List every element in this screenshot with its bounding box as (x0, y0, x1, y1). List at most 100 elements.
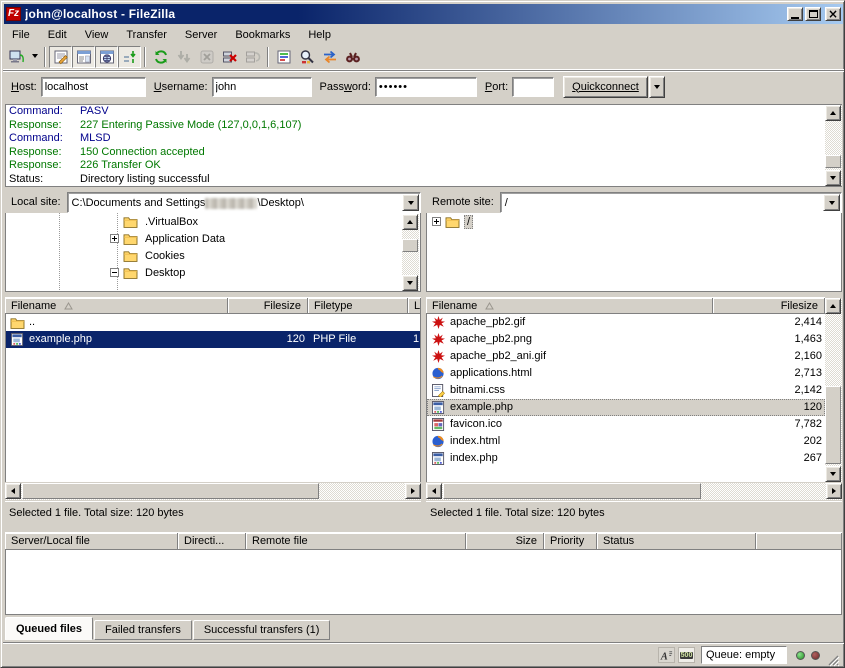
remote-list-scrollbar[interactable] (825, 298, 842, 482)
tree-item[interactable]: Desktop (6, 264, 420, 281)
directory-comparison-button[interactable] (295, 46, 318, 68)
file-row[interactable]: index.html202 (427, 433, 825, 450)
transfer-type-icon[interactable]: A (658, 647, 675, 663)
file-row[interactable]: apache_pb2_ani.gif2,160 (427, 348, 825, 365)
port-input[interactable] (512, 77, 554, 97)
minimize-button[interactable] (787, 7, 803, 21)
queue-tab[interactable]: Queued files (5, 617, 93, 640)
filter-button[interactable] (272, 46, 295, 68)
site-manager-button[interactable] (5, 46, 28, 68)
scroll-up-button[interactable] (825, 298, 841, 314)
toggle-message-log-button[interactable] (49, 46, 72, 68)
remote-site-combo[interactable]: / (500, 192, 842, 213)
local-site-combo[interactable]: C:\Documents and Settings\Desktop\ (67, 192, 421, 213)
column-header[interactable]: Priority (544, 533, 597, 549)
minus-expander-icon[interactable] (110, 268, 119, 277)
local-tree-scroll-thumb[interactable] (402, 239, 418, 252)
remote-h-scroll-thumb[interactable] (443, 483, 701, 499)
menu-item[interactable]: Transfer (117, 27, 176, 43)
column-header[interactable]: Filename (5, 298, 228, 313)
file-cell-size: 120 (229, 331, 309, 348)
synchronized-browsing-button[interactable] (318, 46, 341, 68)
column-header[interactable]: Status (597, 533, 756, 549)
menu-item[interactable]: Edit (39, 27, 76, 43)
toggle-remote-tree-button[interactable] (95, 46, 118, 68)
scroll-up-button[interactable] (825, 105, 841, 121)
file-row[interactable]: apache_pb2.png1,463 (427, 331, 825, 348)
log-scroll-thumb[interactable] (825, 155, 841, 168)
log-scrollbar[interactable] (825, 105, 842, 186)
scroll-left-button[interactable] (5, 483, 21, 499)
column-header[interactable]: Server/Local file (5, 533, 178, 549)
local-site-dropdown[interactable] (402, 194, 419, 211)
file-row[interactable]: index.php267 (427, 450, 825, 467)
scroll-down-button[interactable] (825, 170, 841, 186)
column-header[interactable]: Size (466, 533, 544, 549)
quickconnect-button[interactable]: Quickconnect (563, 76, 648, 98)
queue-tab[interactable]: Successful transfers (1) (193, 620, 331, 640)
file-row[interactable]: example.php120PHP File1 (6, 331, 420, 348)
column-header[interactable]: Directi... (178, 533, 246, 549)
dropdown-arrow-button[interactable] (28, 46, 41, 68)
queue-tab[interactable]: Failed transfers (94, 620, 192, 640)
file-row[interactable]: bitnami.css2,142 (427, 382, 825, 399)
column-header[interactable]: Filesize (228, 298, 308, 313)
dropdown-arrow-icon (654, 85, 660, 92)
maximize-icon (809, 10, 818, 18)
tree-item[interactable]: Application Data (6, 230, 420, 247)
scroll-up-button[interactable] (402, 214, 418, 230)
scroll-down-button[interactable] (402, 275, 418, 291)
column-header[interactable]: Filetype (308, 298, 408, 313)
column-header[interactable]: Filename (426, 298, 713, 313)
refresh-button[interactable] (149, 46, 172, 68)
resize-grip[interactable] (827, 654, 840, 667)
file-row[interactable]: example.php120 (427, 399, 825, 416)
tree-item[interactable]: / (427, 213, 841, 230)
file-row[interactable]: apache_pb2.gif2,414 (427, 314, 825, 331)
column-header[interactable]: Filesize (713, 298, 825, 313)
tree-item[interactable]: Cookies (6, 247, 420, 264)
scroll-down-button[interactable] (825, 466, 841, 482)
maximize-button[interactable] (805, 7, 821, 21)
close-button[interactable]: × (825, 7, 841, 21)
remote-list-scroll-thumb[interactable] (825, 386, 841, 464)
host-input[interactable] (41, 77, 146, 97)
menu-item[interactable]: Server (176, 27, 226, 43)
menu-item[interactable]: Help (299, 27, 340, 43)
local-h-scroll-thumb[interactable] (22, 483, 319, 499)
find-files-button[interactable] (341, 46, 364, 68)
toggle-local-tree-button[interactable] (72, 46, 95, 68)
tree-item[interactable]: .VirtualBox (6, 213, 420, 230)
plus-expander-icon[interactable] (432, 217, 441, 226)
toggle-queue-button[interactable] (118, 46, 141, 68)
column-header[interactable]: Remote file (246, 533, 466, 549)
username-input[interactable] (212, 77, 312, 97)
scroll-right-button[interactable] (405, 483, 421, 499)
local-tree-scrollbar[interactable] (402, 214, 419, 291)
file-row[interactable]: .. (6, 314, 420, 331)
file-row[interactable]: applications.html2,713 (427, 365, 825, 382)
remote-h-scrollbar[interactable] (426, 483, 842, 500)
menu-item[interactable]: Bookmarks (226, 27, 299, 43)
plus-expander-icon[interactable] (110, 234, 119, 243)
column-header[interactable] (756, 533, 842, 549)
column-header[interactable]: L (408, 298, 421, 313)
disconnect-button[interactable] (218, 46, 241, 68)
titlebar[interactable]: Fz john@localhost - FileZilla × (4, 4, 843, 24)
filezilla-app-icon[interactable]: Fz (6, 7, 21, 21)
scroll-right-button[interactable] (826, 483, 842, 499)
file-row[interactable]: favicon.ico7,782 (427, 416, 825, 433)
local-h-scrollbar[interactable] (5, 483, 421, 500)
scroll-left-button[interactable] (426, 483, 442, 499)
remote-site-dropdown[interactable] (823, 194, 840, 211)
menu-item[interactable]: File (3, 27, 39, 43)
queue-body[interactable] (5, 550, 842, 615)
password-input[interactable] (375, 77, 477, 97)
speed-limit-icon[interactable]: 500 (678, 647, 695, 663)
password-label: Password: (320, 81, 371, 93)
column-header-label: Filename (432, 300, 477, 312)
quickconnect-dropdown[interactable] (649, 76, 665, 98)
menu-item[interactable]: View (76, 27, 118, 43)
local-status-text: Selected 1 file. Total size: 120 bytes (5, 501, 421, 523)
filename-text: example.php (450, 399, 513, 416)
